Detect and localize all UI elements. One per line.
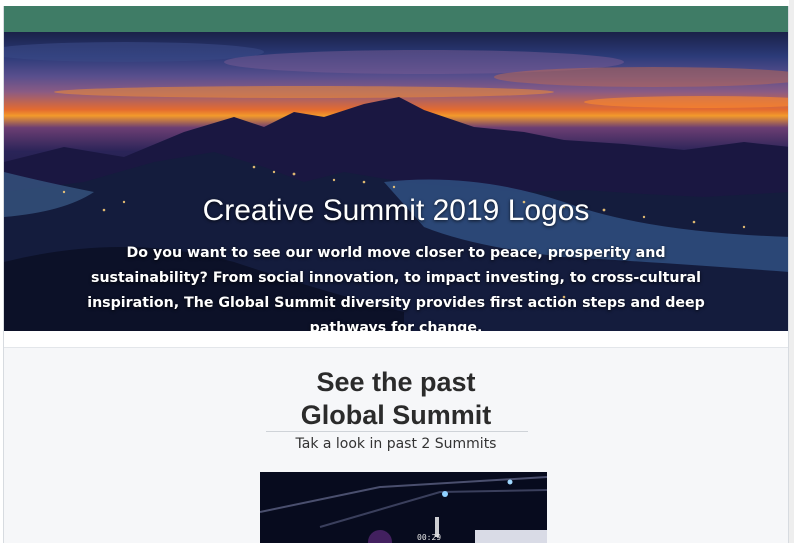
section-title-line-1: See the past	[316, 367, 476, 397]
page-scrollbar[interactable]	[789, 0, 794, 543]
title-underline	[266, 431, 528, 432]
section-subtitle: Tak a look in past 2 Summits	[295, 436, 497, 452]
section-title: See the past Global Summit	[4, 366, 788, 432]
top-navigation-bar	[4, 6, 788, 32]
past-summit-section: See the past Global Summit Tak a look in…	[4, 349, 788, 543]
section-divider	[4, 331, 788, 348]
video-timecode: 00:29	[417, 533, 442, 542]
hero-description: Do you want to see our world move closer…	[87, 245, 705, 331]
past-summit-video-thumbnail[interactable]: 00:29	[260, 472, 547, 543]
conference-stage-image	[260, 472, 547, 543]
hero-banner: Creative Summit 2019 Logos Do you want t…	[4, 32, 788, 331]
section-title-line-2: Global Summit	[300, 400, 492, 430]
hero-title: Creative Summit 2019 Logos	[202, 194, 590, 227]
page-frame: Creative Summit 2019 Logos Do you want t…	[3, 6, 789, 543]
